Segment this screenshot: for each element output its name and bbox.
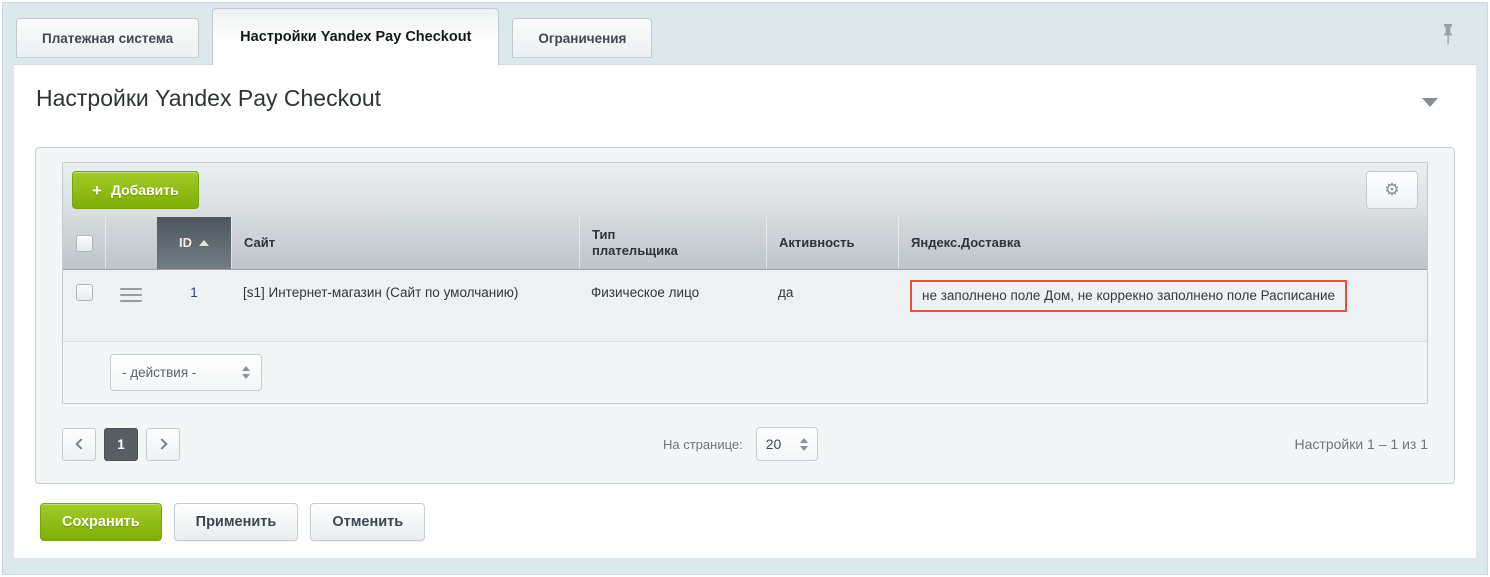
grid-container: + Добавить ⚙ ID <box>35 147 1455 484</box>
tab-payment-system[interactable]: Платежная система <box>16 18 199 58</box>
tab-restrictions[interactable]: Ограничения <box>512 18 652 58</box>
tab-bar: Платежная система Настройки Yandex Pay C… <box>16 8 652 65</box>
header-yandex-delivery[interactable]: Яндекс.Доставка <box>898 217 1427 269</box>
prev-page-button[interactable] <box>62 428 96 461</box>
row-menu-cell <box>105 270 157 341</box>
delivery-error-message: не заполнено поле Дом, не коррекно запол… <box>910 280 1347 312</box>
table-row: 1 [s1] Интернет-магазин (Сайт по умолчан… <box>63 270 1427 342</box>
row-site-cell: [s1] Интернет-магазин (Сайт по умолчанию… <box>231 270 579 341</box>
table-header-row: ID Сайт Тип плательщика Активность Яндек… <box>63 217 1427 270</box>
header-activity[interactable]: Активность <box>766 217 898 269</box>
actions-select[interactable]: - действия - <box>110 354 262 391</box>
per-page-control: На странице: 20 <box>663 427 818 461</box>
page-1-button[interactable]: 1 <box>104 428 138 461</box>
grid-table: + Добавить ⚙ ID <box>62 162 1428 404</box>
form-footer: Сохранить Применить Отменить <box>40 503 425 541</box>
row-checkbox-cell <box>63 270 105 341</box>
header-menu-cell <box>105 217 157 269</box>
group-actions-strip: - действия - <box>63 342 1427 403</box>
header-checkbox-cell <box>63 217 105 269</box>
header-id-sorted[interactable]: ID <box>157 217 231 269</box>
grid-toolbar: + Добавить ⚙ <box>63 163 1427 217</box>
records-summary: Настройки 1 – 1 из 1 <box>1295 436 1428 452</box>
apply-button[interactable]: Применить <box>174 503 299 541</box>
pagination-bar: 1 На странице: 20 Настройки 1 – 1 из 1 <box>62 426 1428 462</box>
row-checkbox[interactable] <box>76 284 93 301</box>
row-yandex-delivery-cell: не заполнено поле Дом, не коррекно запол… <box>898 270 1427 341</box>
page-title: Настройки Yandex Pay Checkout <box>36 85 381 112</box>
row-activity-cell: да <box>766 270 898 341</box>
per-page-value: 20 <box>766 436 782 452</box>
pin-icon[interactable] <box>1441 24 1455 50</box>
save-button[interactable]: Сохранить <box>40 503 162 541</box>
collapse-section-icon[interactable] <box>1422 98 1438 107</box>
per-page-select[interactable]: 20 <box>756 427 818 461</box>
spinner-arrows-icon <box>242 366 250 379</box>
grid-settings-button[interactable]: ⚙ <box>1366 171 1418 209</box>
row-payer-type-cell: Физическое лицо <box>579 270 766 341</box>
spinner-arrows-icon <box>800 438 808 451</box>
settings-window: Платежная система Настройки Yandex Pay C… <box>0 0 1490 577</box>
add-button[interactable]: + Добавить <box>72 171 199 209</box>
gear-icon: ⚙ <box>1384 180 1399 200</box>
per-page-label: На странице: <box>663 437 743 452</box>
sort-ascending-icon <box>199 240 209 246</box>
cancel-button[interactable]: Отменить <box>310 503 425 541</box>
plus-icon: + <box>92 182 102 199</box>
actions-select-value: - действия - <box>122 365 196 380</box>
header-site[interactable]: Сайт <box>231 217 579 269</box>
chevron-right-icon <box>156 438 167 449</box>
header-id-label: ID <box>179 235 192 251</box>
header-payer-type[interactable]: Тип плательщика <box>579 217 766 269</box>
next-page-button[interactable] <box>146 428 180 461</box>
row-id-cell: 1 <box>157 270 231 341</box>
add-button-label: Добавить <box>111 182 179 198</box>
select-all-checkbox[interactable] <box>76 235 93 252</box>
form-panel: Настройки Yandex Pay Checkout + Добавить… <box>14 64 1476 558</box>
tab-yandex-pay-checkout-settings[interactable]: Настройки Yandex Pay Checkout <box>212 8 499 65</box>
row-menu-icon[interactable] <box>120 288 142 302</box>
chevron-left-icon <box>75 438 86 449</box>
